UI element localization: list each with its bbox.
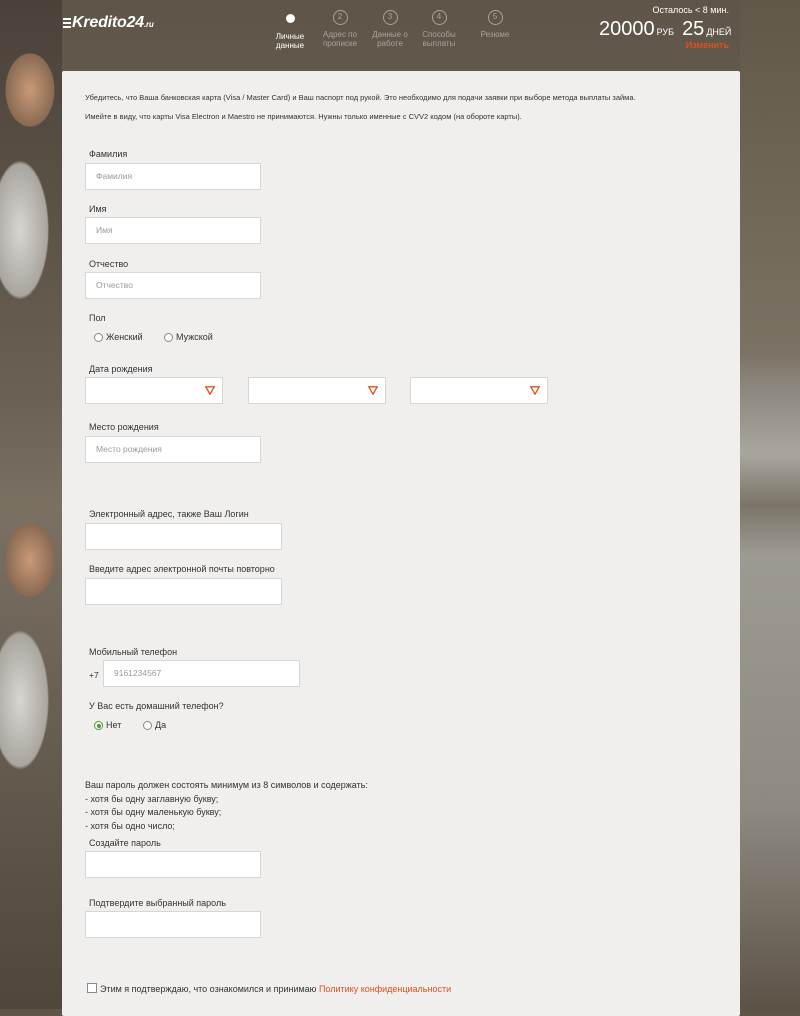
- radio-icon: [164, 333, 173, 342]
- gender-male-radio[interactable]: Мужской: [164, 332, 213, 342]
- email-label: Электронный адрес, также Ваш Логин: [89, 509, 249, 519]
- time-remaining: Осталось < 8 мин.: [652, 5, 729, 15]
- current-step-dot-icon: [285, 14, 295, 23]
- birthplace-label: Место рождения: [89, 422, 159, 432]
- chevron-down-icon: [368, 386, 378, 395]
- phone-prefix: +7: [89, 670, 99, 680]
- dob-label: Дата рождения: [89, 364, 153, 374]
- logo[interactable]: Kredito24.ru: [63, 14, 154, 32]
- chevron-down-icon: [205, 386, 215, 395]
- password-label: Создайте пароль: [89, 838, 161, 848]
- header: Kredito24.ru Личные данные 2 Адрес по пр…: [0, 0, 800, 72]
- birthplace-input[interactable]: Место рождения: [85, 436, 261, 463]
- loan-amount: 20000: [599, 18, 655, 40]
- gender-female-radio[interactable]: Женский: [94, 332, 143, 342]
- privacy-consent-checkbox[interactable]: Этим я подтверждаю, что ознакомился и пр…: [87, 983, 451, 994]
- home-phone-no-radio[interactable]: Нет: [94, 720, 121, 730]
- step-5: 5 Резюме: [480, 10, 510, 39]
- patronymic-input[interactable]: Отчество: [85, 272, 261, 299]
- dob-day-select[interactable]: [85, 377, 223, 404]
- card-notice: Убедитесь, что Ваша банковская карта (Vi…: [85, 93, 636, 102]
- gender-label: Пол: [89, 313, 106, 323]
- chevron-down-icon: [530, 386, 540, 395]
- step-4: 4 Способы выплаты: [422, 10, 456, 48]
- background-photo-left: [0, 0, 62, 1009]
- password-rules: Ваш пароль должен состоять минимум из 8 …: [85, 780, 368, 831]
- lastname-input[interactable]: Фамилия: [85, 163, 261, 190]
- change-link[interactable]: Изменить: [686, 40, 729, 50]
- firstname-input[interactable]: Имя: [85, 217, 261, 244]
- radio-icon: [143, 721, 152, 730]
- radio-selected-icon: [94, 721, 103, 730]
- card-notice-2: Имейте в виду, что карты Visa Electron и…: [85, 112, 522, 121]
- loan-days: 25: [682, 18, 705, 40]
- phone-label: Мобильный телефон: [89, 647, 178, 657]
- phone-input[interactable]: 9161234567: [103, 660, 300, 687]
- lastname-label: Фамилия: [89, 149, 128, 159]
- email-input[interactable]: [85, 523, 282, 550]
- home-phone-label: У Вас есть домашний телефон?: [89, 701, 224, 711]
- patronymic-label: Отчество: [89, 259, 129, 269]
- home-phone-yes-radio[interactable]: Да: [143, 720, 166, 730]
- dob-year-select[interactable]: [410, 377, 548, 404]
- firstname-label: Имя: [89, 204, 107, 214]
- radio-icon: [94, 333, 103, 342]
- email-repeat-label: Введите адрес электронной почты повторно: [89, 564, 275, 574]
- password-input[interactable]: [85, 851, 261, 878]
- logo-stripes-icon: [63, 18, 71, 28]
- password-confirm-input[interactable]: [85, 911, 261, 938]
- password-confirm-label: Подтвердите выбранный пароль: [89, 898, 226, 908]
- email-repeat-input[interactable]: [85, 578, 282, 605]
- privacy-policy-link[interactable]: Политику конфиденциальности: [319, 984, 451, 994]
- step-2: 2 Адрес по прописке: [322, 10, 358, 48]
- step-3: 3 Данные о работе: [372, 10, 408, 48]
- background-photo-right: [740, 0, 800, 1009]
- dob-month-select[interactable]: [248, 377, 386, 404]
- step-1: Личные данные: [265, 10, 315, 50]
- loan-summary: 20000 РУБ 25 ДНЕЙ: [599, 18, 732, 40]
- checkbox-icon: [87, 983, 97, 993]
- personal-data-form: Убедитесь, что Ваша банковская карта (Vi…: [62, 71, 740, 1016]
